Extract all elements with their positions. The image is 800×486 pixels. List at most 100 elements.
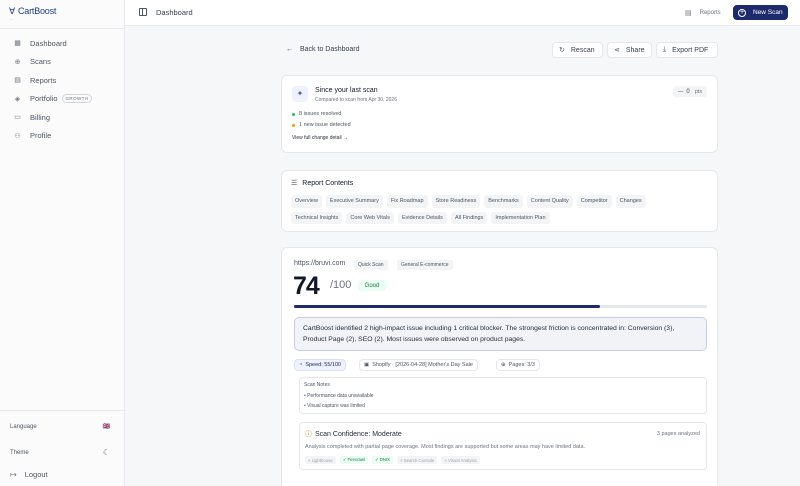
language-setting[interactable]: Language 🇬🇧 xyxy=(10,423,110,431)
source-lighthouse: × Lighthouse xyxy=(305,456,336,464)
sidebar-item-label: Profile xyxy=(30,131,52,141)
plus-circle-icon: ⊕ xyxy=(14,58,21,66)
user-icon: ⚇ xyxy=(14,132,21,140)
scan-score-card: https://bruvi.com Quick Scan General E-c… xyxy=(281,247,718,486)
sidebar-item-label: Scans xyxy=(30,57,51,67)
gauge-icon: ◔ xyxy=(299,362,303,368)
export-pdf-button[interactable]: ⤓ Export PDF xyxy=(656,42,718,58)
card-icon: ▭ xyxy=(14,114,21,122)
amber-dot-icon xyxy=(292,123,295,127)
brand-logo[interactable]: ∀ CartBoost xyxy=(9,6,56,16)
since-last-scan-card: ✦ Since your last scan Compared to scan … xyxy=(281,75,718,153)
sidebar-item-reports[interactable]: ▤ Reports xyxy=(0,71,124,90)
share-button[interactable]: ⋖ Share xyxy=(607,42,652,58)
pages-pill: ⊕ Pages: 3/3 xyxy=(496,359,540,371)
confidence-heading: ⓘ Scan Confidence: Moderate xyxy=(305,429,402,439)
chip-content-quality[interactable]: Content Quality xyxy=(526,195,573,208)
back-to-dashboard-button[interactable]: ← Back to Dashboard xyxy=(286,46,360,53)
score-progress-fill xyxy=(294,305,600,308)
chip-changes[interactable]: Changes xyxy=(615,195,646,208)
sidebar-item-label: Portfolio xyxy=(30,94,58,104)
pages-analyzed: 3 pages analyzed xyxy=(656,431,700,437)
chip-all-findings[interactable]: All Findings xyxy=(450,211,488,224)
reports-link[interactable]: ▤ Reports xyxy=(685,9,721,17)
new-scan-button[interactable]: + New Scan xyxy=(733,5,788,20)
resolved-label: 8 issues resolved xyxy=(299,111,342,117)
chip-overview[interactable]: Overview xyxy=(291,195,322,208)
scan-notes-title: Scan Notes xyxy=(304,382,330,388)
info-circle-icon: ⓘ xyxy=(305,431,312,438)
chip-store-readiness[interactable]: Store Readiness xyxy=(431,195,481,208)
language-label: Language xyxy=(10,423,37,430)
sidebar-divider xyxy=(0,28,124,29)
chip-fix-roadmap[interactable]: Fix Roadmap xyxy=(386,195,428,208)
score-progress-bar xyxy=(294,305,707,308)
scan-note-item: • Performance data unavailable xyxy=(304,393,374,399)
sidebar-item-scans[interactable]: ⊕ Scans xyxy=(0,53,124,72)
category-tag: General E-commerce xyxy=(397,260,453,270)
report-contents-title: Report Contents xyxy=(302,179,354,187)
resolved-item: 8 issues resolved xyxy=(292,111,342,117)
breadcrumb[interactable]: Dashboard xyxy=(156,8,193,17)
sidebar-divider xyxy=(0,410,124,411)
report-contents-heading: ☰ Report Contents xyxy=(291,179,354,188)
list-icon: ☰ xyxy=(291,180,298,187)
chip-technical-insights[interactable]: Technical Insights xyxy=(291,211,343,224)
new-issue-label: 1 new issue detected xyxy=(299,122,351,128)
new-issue-item: 1 new issue detected xyxy=(292,122,351,128)
sparkle-icon: ✦ xyxy=(292,86,308,102)
back-label: Back to Dashboard xyxy=(300,46,360,53)
store-icon: ▣ xyxy=(364,362,370,368)
source-search-console: × Search Console xyxy=(397,456,438,464)
report-actions: ← Back to Dashboard ↻ Rescan ⋖ Share ⤓ Expor… xyxy=(281,42,718,58)
new-scan-label: New Scan xyxy=(753,9,783,16)
sidebar-item-portfolio[interactable]: ◈ Portfolio GROWTH xyxy=(0,90,124,109)
confidence-description: Analysis completed with partial page cov… xyxy=(305,444,586,450)
source-dnix: ✓ DNIX xyxy=(371,456,394,464)
scanned-url[interactable]: https://bruvi.com xyxy=(294,260,345,267)
logout-icon: ↦ xyxy=(10,470,17,479)
chip-competitor[interactable]: Competitor xyxy=(576,195,612,208)
source-visual-analysis: × Visual Analysis xyxy=(441,456,480,464)
rescan-button[interactable]: ↻ Rescan xyxy=(552,42,603,58)
confidence-title: Scan Confidence: Moderate xyxy=(315,430,402,438)
pages-label: Pages: 3/3 xyxy=(508,362,535,368)
chip-evidence-details[interactable]: Evidence Details xyxy=(397,211,447,224)
minus-icon: — xyxy=(677,88,684,95)
chip-implementation-plan[interactable]: Implementation Plan xyxy=(491,211,550,224)
reports-link-label: Reports xyxy=(699,10,721,16)
document-icon: ▤ xyxy=(14,77,21,85)
view-change-detail-link[interactable]: View full change detail → xyxy=(292,135,348,141)
sidebar-item-profile[interactable]: ⚇ Profile xyxy=(0,127,124,146)
sidebar-nav: ▦ Dashboard ⊕ Scans ▤ Reports ◈ Portfoli… xyxy=(0,34,124,145)
refresh-icon: ↻ xyxy=(559,47,565,54)
growth-badge: GROWTH xyxy=(61,94,93,104)
report-contents-card: ☰ Report Contents Overview Executive Sum… xyxy=(281,170,718,232)
logout-button[interactable]: ↦ Logout xyxy=(10,470,48,479)
chip-executive-summary[interactable]: Executive Summary xyxy=(325,195,383,208)
chip-benchmarks[interactable]: Benchmarks xyxy=(484,195,523,208)
share-label: Share xyxy=(625,46,645,54)
source-firecrawl: ✓ Firecrawl xyxy=(339,456,368,464)
export-label: Export PDF xyxy=(672,46,709,54)
sidebar-toggle-icon[interactable] xyxy=(139,8,147,16)
sidebar-item-dashboard[interactable]: ▦ Dashboard xyxy=(0,34,124,53)
moon-icon[interactable]: ☾ xyxy=(103,448,110,457)
theme-setting[interactable]: Theme ☾ xyxy=(10,448,110,457)
scan-note-item: • Visual capture was limited xyxy=(304,403,365,409)
uk-flag-icon[interactable]: 🇬🇧 xyxy=(103,423,110,430)
chip-core-web-vitals[interactable]: Core Web Vitals xyxy=(346,211,394,224)
scan-type-tag: Quick Scan xyxy=(354,260,388,270)
sidebar-item-label: Reports xyxy=(30,75,57,85)
brand-name: CartBoost xyxy=(18,6,57,16)
sidebar-item-billing[interactable]: ▭ Billing xyxy=(0,108,124,127)
download-icon: ⤓ xyxy=(663,46,667,53)
rating-badge: Good xyxy=(358,280,386,291)
sidebar: ∀ CartBoost — ▦ Dashboard ⊕ Scans ▤ Repo… xyxy=(0,0,125,486)
scan-summary: CartBoost identified 2 high-impact issue… xyxy=(294,317,707,351)
speed-label: Speed: 55/100 xyxy=(305,362,342,368)
score-max: /100 xyxy=(330,279,352,291)
speed-pill[interactable]: ◔ Speed: 55/100 xyxy=(294,359,347,371)
since-title: Since your last scan xyxy=(315,87,378,94)
document-icon: ▤ xyxy=(685,10,692,17)
